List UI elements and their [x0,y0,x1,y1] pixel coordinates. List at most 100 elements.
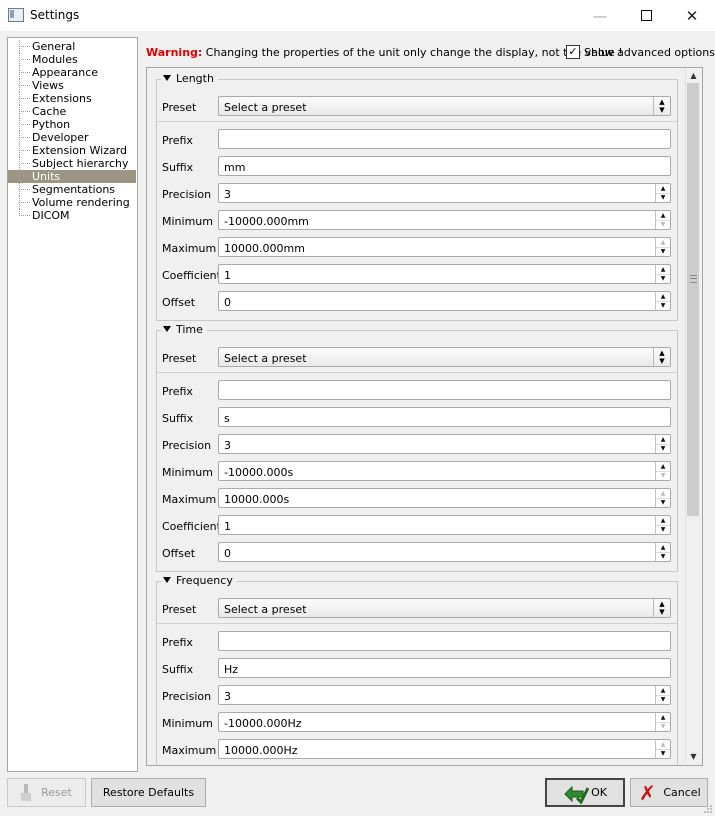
spin-buttons[interactable]: ▲ ▼ [655,435,670,453]
coefficient-row: Coefficient 1 ▲ ▼ [157,264,677,286]
suffix-input[interactable]: mm [218,156,671,176]
sidebar-item-label: General [32,40,76,53]
spin-down-icon[interactable]: ▼ [656,220,670,229]
preset-dropdown[interactable]: Select a preset ▲ ▼ [218,96,671,116]
spin-buttons[interactable]: ▲ ▼ [655,292,670,310]
spin-down-icon[interactable]: ▼ [656,301,670,310]
spin-down-icon[interactable]: ▼ [656,749,670,758]
maximum-spinbox[interactable]: 10000.000mm ▲ ▼ [218,237,671,257]
spin-down-icon[interactable]: ▼ [656,274,670,283]
cancel-button[interactable]: ✗ Cancel [630,778,708,807]
coefficient-spinbox[interactable]: 1 ▲ ▼ [218,264,671,284]
spin-buttons[interactable]: ▲ ▼ [655,238,670,256]
precision-label: Precision [162,188,212,201]
suffix-input[interactable]: Hz [218,658,671,678]
sidebar-item-appearance[interactable]: Appearance [8,66,136,79]
group-header[interactable]: Length [161,72,218,85]
ok-button[interactable]: OK [545,778,625,807]
spin-buttons[interactable]: ▲ ▼ [655,265,670,283]
preset-dropdown[interactable]: Select a preset ▲ ▼ [218,598,671,618]
precision-spinbox[interactable]: 3 ▲ ▼ [218,183,671,203]
check-arrow-icon [564,785,590,804]
spin-buttons[interactable]: ▲ ▼ [655,184,670,202]
group-header[interactable]: Time [161,323,207,336]
spin-down-icon[interactable]: ▼ [656,498,670,507]
maximize-button[interactable] [623,0,669,31]
size-grip-icon[interactable] [703,804,713,814]
sidebar-item-modules[interactable]: Modules [8,53,136,66]
spin-down-icon[interactable]: ▼ [656,471,670,480]
spin-buttons[interactable]: ▲ ▼ [655,740,670,758]
spin-down-icon[interactable]: ▼ [656,193,670,202]
spin-buttons[interactable]: ▲ ▼ [655,516,670,534]
prefix-input[interactable] [218,129,671,149]
sidebar-item-python[interactable]: Python [8,118,136,131]
show-advanced-checkbox[interactable]: ✓ [566,45,580,59]
spin-down-icon[interactable]: ▼ [656,552,670,561]
sidebar-item-views[interactable]: Views [8,79,136,92]
sidebar-item-developer[interactable]: Developer [8,131,136,144]
tree-branch [19,202,30,203]
reset-button[interactable]: Reset [7,778,86,807]
maximum-value: 10000.000s [224,493,290,506]
sidebar-item-general[interactable]: General [8,40,136,53]
suffix-value: mm [224,161,246,174]
spin-buttons[interactable]: ▲ ▼ [655,713,670,731]
prefix-input[interactable] [218,631,671,651]
spin-down-icon[interactable]: ▼ [656,247,670,256]
prefix-input[interactable] [218,380,671,400]
updown-caret-icon: ▲ ▼ [653,348,670,366]
preset-row: Preset Select a preset ▲ ▼ [157,347,677,369]
offset-value: 0 [224,296,231,309]
suffix-input[interactable]: s [218,407,671,427]
spin-buttons[interactable]: ▲ ▼ [655,543,670,561]
maximum-spinbox[interactable]: 10000.000Hz ▲ ▼ [218,739,671,759]
precision-row: Precision 3 ▲ ▼ [157,183,677,205]
minimum-spinbox[interactable]: -10000.000s ▲ ▼ [218,461,671,481]
close-button[interactable]: ✕ [669,0,715,31]
sidebar-item-volume-rendering[interactable]: Volume rendering [8,196,136,209]
sidebar-item-dicom[interactable]: DICOM [8,209,136,222]
spin-buttons[interactable]: ▲ ▼ [655,462,670,480]
scroll-up-icon[interactable]: ▲ [686,68,701,82]
spin-down-icon[interactable]: ▼ [656,695,670,704]
sidebar-item-extension-wizard[interactable]: Extension Wizard [8,144,136,157]
tree-branch [19,85,30,86]
preset-label: Preset [162,352,197,365]
collapse-triangle-icon[interactable] [163,326,171,332]
group-header[interactable]: Frequency [161,574,237,587]
vertical-scrollbar[interactable]: ▲ ▼ [685,68,701,763]
sidebar-item-extensions[interactable]: Extensions [8,92,136,105]
spin-down-icon[interactable]: ▼ [656,444,670,453]
precision-spinbox[interactable]: 3 ▲ ▼ [218,685,671,705]
spin-down-icon[interactable]: ▼ [656,722,670,731]
sidebar-item-cache[interactable]: Cache [8,105,136,118]
collapse-triangle-icon[interactable] [163,577,171,583]
minimize-button[interactable]: — [577,0,623,31]
maximum-spinbox[interactable]: 10000.000s ▲ ▼ [218,488,671,508]
spin-buttons[interactable]: ▲ ▼ [655,686,670,704]
spin-buttons[interactable]: ▲ ▼ [655,211,670,229]
spin-buttons[interactable]: ▲ ▼ [655,489,670,507]
offset-spinbox[interactable]: 0 ▲ ▼ [218,291,671,311]
offset-spinbox[interactable]: 0 ▲ ▼ [218,542,671,562]
scroll-down-icon[interactable]: ▼ [686,749,701,763]
restore-defaults-button[interactable]: Restore Defaults [91,778,206,807]
scrollbar-thumb[interactable] [687,83,699,516]
precision-spinbox[interactable]: 3 ▲ ▼ [218,434,671,454]
sidebar-item-label: Extensions [32,92,92,105]
collapse-triangle-icon[interactable] [163,75,171,81]
sidebar-item-subject-hierarchy[interactable]: Subject hierarchy [8,157,136,170]
settings-tree[interactable]: General Modules Appearance Views Extensions C… [7,37,138,772]
coefficient-label: Coefficient [162,269,221,282]
separator [157,121,677,122]
minimum-spinbox[interactable]: -10000.000mm ▲ ▼ [218,210,671,230]
sidebar-item-units[interactable]: Units [8,170,136,183]
coefficient-row: Coefficient 1 ▲ ▼ [157,515,677,537]
preset-dropdown[interactable]: Select a preset ▲ ▼ [218,347,671,367]
coefficient-spinbox[interactable]: 1 ▲ ▼ [218,515,671,535]
spin-down-icon[interactable]: ▼ [656,525,670,534]
sidebar-item-segmentations[interactable]: Segmentations [8,183,136,196]
minimum-spinbox[interactable]: -10000.000Hz ▲ ▼ [218,712,671,732]
precision-value: 3 [224,690,231,703]
